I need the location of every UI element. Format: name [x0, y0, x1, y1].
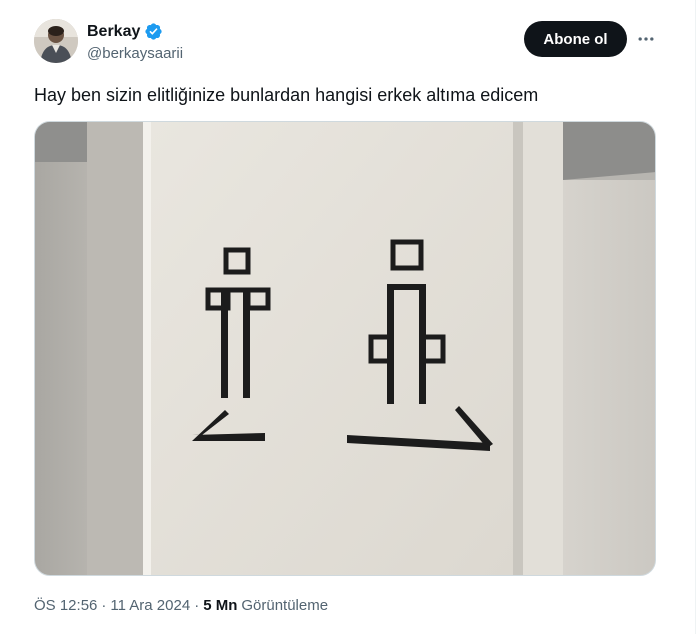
more-horizontal-icon — [638, 37, 654, 41]
author-handle[interactable]: @berkaysaarii — [87, 45, 183, 62]
more-options-button[interactable] — [634, 27, 658, 51]
tweet-meta: ÖS 12:56 · 11 Ara 2024 · 5 Mn Görüntülem… — [34, 597, 328, 614]
avatar[interactable] — [34, 19, 78, 63]
author-name-row: Berkay — [87, 22, 163, 41]
verified-badge-icon[interactable] — [144, 22, 163, 41]
follow-button[interactable]: Abone ol — [524, 21, 627, 57]
avatar-photo — [34, 19, 78, 63]
tweet-text: Hay ben sizin elitliğinize bunlardan han… — [34, 85, 539, 105]
tweet-time[interactable]: ÖS 12:56 — [34, 597, 97, 614]
tweet-date[interactable]: 11 Ara 2024 — [110, 597, 190, 614]
views-label: Görüntüleme — [241, 597, 329, 614]
tweet-media-photo[interactable] — [34, 121, 656, 576]
meta-separator: · — [101, 597, 107, 614]
restroom-sign-photo — [35, 122, 655, 575]
author-display-name[interactable]: Berkay — [87, 23, 140, 41]
tweet-card: Berkay @berkaysaarii Abone ol Hay ben si… — [0, 0, 696, 634]
views-count: 5 Mn — [203, 597, 238, 614]
meta-separator: · — [194, 597, 200, 614]
